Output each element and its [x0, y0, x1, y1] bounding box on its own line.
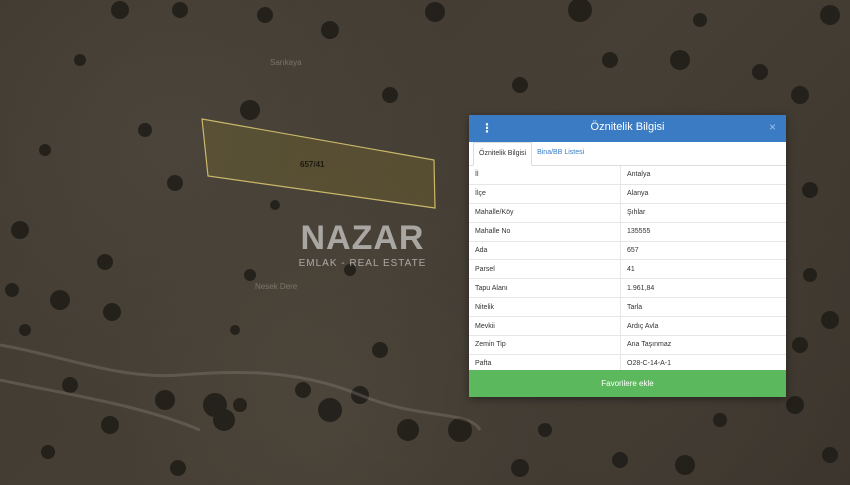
table-row: Zemin Tip Ana Taşınmaz [469, 335, 786, 355]
panel-title: Öznitelik Bilgisi [590, 121, 665, 133]
attribute-value: 135555 [620, 222, 786, 242]
table-row: Mahalle/Köy Şıhlar [469, 203, 786, 223]
map-place-label: Nesek Dere [255, 282, 298, 291]
attribute-key: Parsel [469, 259, 621, 280]
attribute-key: Mahalle No [469, 222, 621, 242]
table-row: Nitelik Tarla [469, 297, 786, 318]
close-icon[interactable]: × [769, 120, 776, 134]
attribute-value: Tarla [620, 297, 786, 318]
attribute-key: Mahalle/Köy [469, 203, 621, 223]
table-row: İlçe Alanya [469, 184, 786, 204]
table-row: Ada 657 [469, 241, 786, 261]
watermark: NAZAR EMLAK - REAL ESTATE [290, 218, 435, 269]
attribute-value: Ardıç Avla [620, 316, 786, 337]
table-row: Parsel 41 [469, 259, 786, 280]
attribute-key: İl [469, 166, 621, 185]
table-row: Tapu Alanı 1.961,84 [469, 278, 786, 299]
attribute-key: Zemin Tip [469, 335, 621, 355]
attribute-table: İl Antalya İlçe Alanya Mahalle/Köy Şıhlar Maha… [469, 166, 786, 374]
table-row: Mahalle No 135555 [469, 222, 786, 242]
attribute-value: 657 [620, 241, 786, 261]
attribute-key: Ada [469, 241, 621, 261]
map-place-label: Sarıkaya [270, 58, 302, 67]
panel-header: ⋮ Öznitelik Bilgisi × [469, 115, 786, 142]
table-row: İl Antalya [469, 166, 786, 185]
attribute-key: Tapu Alanı [469, 278, 621, 299]
attribute-value: 1.961,84 [620, 278, 786, 299]
tab-building-list[interactable]: Bina/BB Listesi [532, 142, 589, 165]
attribute-key: Mevkii [469, 316, 621, 337]
attribute-value: Ana Taşınmaz [620, 335, 786, 355]
attribute-key: İlçe [469, 184, 621, 204]
parcel-label: 657/41 [300, 160, 325, 169]
attribute-value: 41 [620, 259, 786, 280]
add-to-favorites-button[interactable]: Favorilere ekle [469, 370, 786, 397]
attribute-key: Nitelik [469, 297, 621, 318]
attribute-info-panel: ⋮ Öznitelik Bilgisi × Öznitelik Bilgisi … [469, 115, 786, 397]
attribute-value: Antalya [620, 166, 786, 185]
attribute-value: Alanya [620, 184, 786, 204]
panel-tabs: Öznitelik Bilgisi Bina/BB Listesi [469, 142, 786, 166]
watermark-title: NAZAR [300, 219, 425, 257]
tab-attribute-info[interactable]: Öznitelik Bilgisi [473, 142, 533, 166]
attribute-value: Şıhlar [620, 203, 786, 223]
watermark-subtitle: EMLAK - REAL ESTATE [298, 258, 427, 269]
table-row: Mevkii Ardıç Avla [469, 316, 786, 337]
